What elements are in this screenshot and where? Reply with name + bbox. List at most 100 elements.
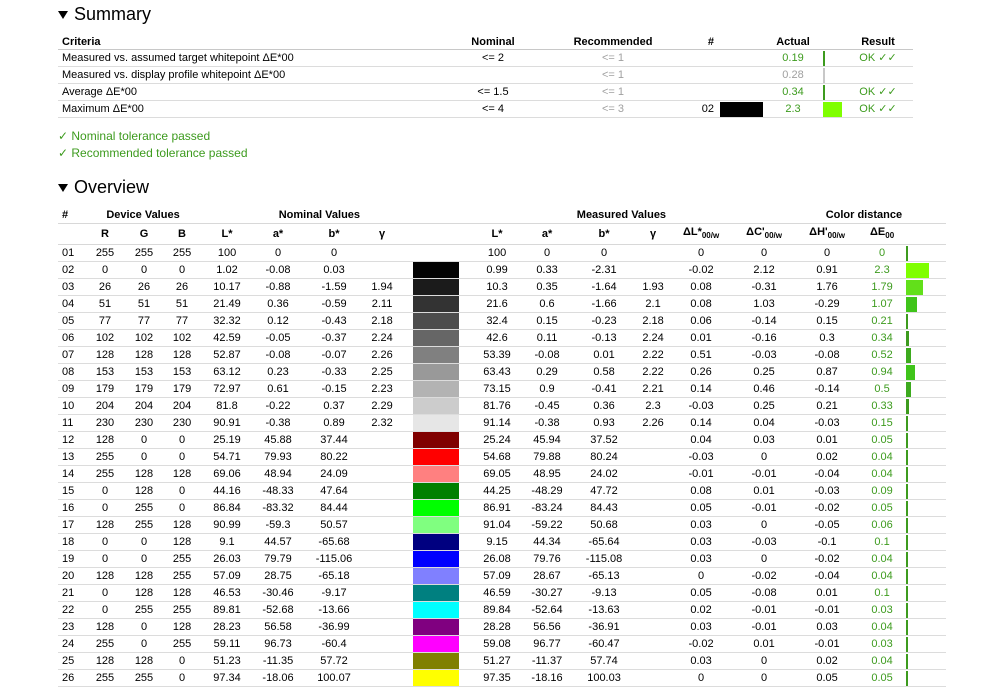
color-patch — [413, 568, 460, 584]
color-patch-cell — [400, 261, 473, 280]
b-cell: 0 — [162, 261, 203, 280]
measured-b-cell: -115.08 — [572, 550, 637, 569]
delta-e-header: ΔE00 — [858, 223, 907, 246]
nominal-gamma-cell — [364, 550, 401, 569]
nominal-l-cell: 28.23 — [202, 618, 253, 637]
nominal-gamma-cell — [364, 261, 401, 280]
delta-e-bar — [906, 552, 909, 567]
r-cell: 204 — [84, 397, 126, 416]
nominal-l-cell: 59.11 — [202, 635, 253, 654]
summary-row: Average ΔE*00 <= 1.5 <= 1 0.34 OK ✓✓ — [58, 83, 913, 101]
g-header: G — [126, 223, 162, 246]
g-cell: 0 — [126, 431, 162, 450]
delta-c-cell: 0.46 — [732, 380, 797, 399]
r-cell: 0 — [84, 550, 126, 569]
nominal-l-cell: 51.23 — [202, 652, 253, 671]
color-patch — [413, 670, 460, 686]
patch-number-cell — [678, 83, 718, 101]
bar-group-spacer — [906, 207, 947, 224]
overview-group-header-row: # Device Values Nominal Values Measured … — [58, 207, 947, 224]
measured-l-cell: 73.15 — [472, 380, 523, 399]
overview-section-toggle[interactable]: Overview — [58, 177, 149, 198]
r-cell: 0 — [84, 584, 126, 603]
measured-l-header: L* — [472, 223, 523, 246]
patch-number-cell — [678, 66, 718, 84]
delta-l-cell: 0.01 — [670, 329, 733, 348]
r-cell: 102 — [84, 329, 126, 348]
overview-row: 06 102 102 102 42.59 -0.05 -0.37 2.24 42.6 0.11 -0… — [58, 329, 947, 348]
delta-c-cell: -0.03 — [732, 346, 797, 365]
nominal-a-cell: -18.06 — [252, 669, 305, 687]
measured-l-cell: 91.14 — [472, 414, 523, 433]
measured-b-cell: 24.02 — [572, 465, 637, 484]
measured-b-cell: -9.13 — [572, 584, 637, 603]
actual-header: Actual — [763, 35, 823, 50]
r-cell: 0 — [84, 482, 126, 501]
measured-l-cell: 81.76 — [472, 397, 523, 416]
measured-a-cell: 28.67 — [522, 567, 573, 586]
r-cell: 128 — [84, 346, 126, 365]
measured-a-cell: -30.27 — [522, 584, 573, 603]
nominal-l-cell: 44.16 — [202, 482, 253, 501]
nominal-gamma-cell — [364, 652, 401, 671]
g-cell: 26 — [126, 278, 162, 297]
g-cell: 179 — [126, 380, 162, 399]
measured-a-cell: -59.22 — [522, 516, 573, 535]
delta-e-bar — [906, 399, 910, 414]
delta-e-bar — [906, 314, 909, 329]
actual-bar-cell — [823, 100, 843, 118]
delta-h-header: ΔH'00/w — [796, 223, 859, 246]
delta-c-cell: -0.01 — [732, 601, 797, 620]
delta-e-bar-cell — [906, 363, 947, 382]
nominal-gamma-cell: 2.29 — [364, 397, 401, 416]
delta-e-bar — [906, 433, 909, 448]
nominal-b-cell: -0.15 — [304, 380, 365, 399]
delta-l-cell: 0.03 — [670, 618, 733, 637]
measured-gamma-header: γ — [636, 223, 671, 246]
delta-h-cell: 0.3 — [796, 329, 859, 348]
nominal-a-cell: -52.68 — [252, 601, 305, 620]
index-cell: 11 — [58, 414, 84, 433]
nominal-b-cell: -9.17 — [304, 584, 365, 603]
measured-a-cell: -0.38 — [522, 414, 573, 433]
measured-l-cell: 91.04 — [472, 516, 523, 535]
color-patch — [413, 602, 460, 618]
measured-b-cell: 0.01 — [572, 346, 637, 365]
actual-bar — [823, 68, 825, 83]
summary-row: Measured vs. assumed target whitepoint Δ… — [58, 49, 913, 67]
nominal-l-cell: 97.34 — [202, 669, 253, 687]
overview-row: 25 128 128 0 51.23 -11.35 57.72 51.27 -11.37 57.7… — [58, 652, 947, 671]
nominal-a-cell: -11.35 — [252, 652, 305, 671]
color-patch-cell — [400, 550, 473, 569]
g-cell: 0 — [126, 448, 162, 467]
measured-gamma-cell — [636, 431, 671, 450]
measured-gamma-cell: 2.24 — [636, 329, 671, 348]
measured-gamma-cell — [636, 601, 671, 620]
color-patch-cell — [400, 397, 473, 416]
measured-l-cell: 46.59 — [472, 584, 523, 603]
delta-c-cell: 0 — [732, 516, 797, 535]
color-patch-cell — [400, 567, 473, 586]
patch-number-cell — [678, 49, 718, 67]
nominal-b-cell: -65.18 — [304, 567, 365, 586]
overview-row: 20 128 128 255 57.09 28.75 -65.18 57.09 28.67 -65… — [58, 567, 947, 586]
delta-e-bar — [906, 297, 918, 312]
r-cell: 77 — [84, 312, 126, 331]
delta-c-cell: 2.12 — [732, 261, 797, 280]
summary-section-toggle[interactable]: Summary — [58, 4, 151, 25]
color-patch-cell — [400, 346, 473, 365]
delta-h-cell: 0.01 — [796, 584, 859, 603]
b-cell: 0 — [162, 652, 203, 671]
delta-e-bar-cell — [906, 550, 947, 569]
delta-h-label: ΔH' — [809, 226, 828, 238]
nominal-gamma-cell — [364, 669, 401, 687]
delta-e-bar — [906, 586, 909, 601]
delta-h-cell: -0.01 — [796, 601, 859, 620]
delta-c-cell: -0.02 — [732, 567, 797, 586]
nominal-header: Nominal — [438, 35, 548, 50]
nominal-b-cell: 80.22 — [304, 448, 365, 467]
delta-e-cell: 0.04 — [858, 465, 907, 484]
delta-c-cell: 0.25 — [732, 397, 797, 416]
delta-l-cell: 0.03 — [670, 652, 733, 671]
g-cell: 255 — [126, 244, 162, 263]
